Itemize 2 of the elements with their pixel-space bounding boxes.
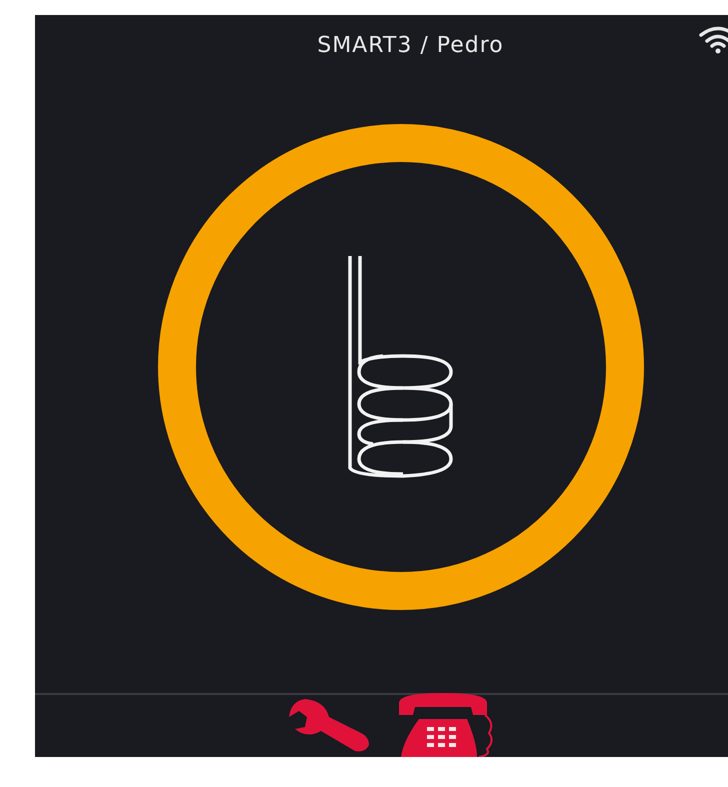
screen-title: SMART3 / Pedro bbox=[317, 32, 504, 58]
wifi-icon bbox=[698, 25, 728, 55]
